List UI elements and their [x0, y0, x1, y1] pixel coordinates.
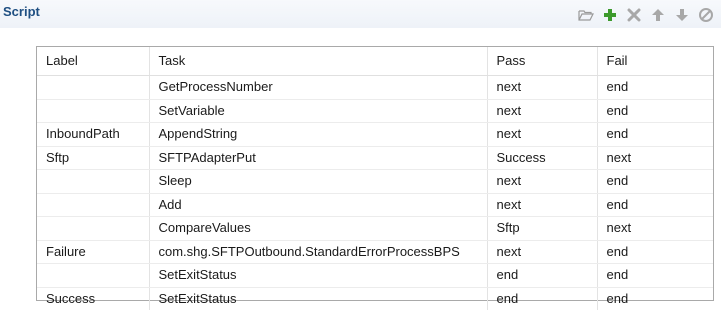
- task-cell[interactable]: com.shg.SFTPOutbound.StandardErrorProces…: [149, 240, 488, 264]
- open-button[interactable]: [577, 6, 595, 24]
- pass-cell[interactable]: next: [487, 122, 598, 147]
- fail-cell[interactable]: end: [597, 75, 713, 100]
- toolbar: [577, 6, 715, 24]
- panel-title: Script: [3, 4, 40, 19]
- pass-cell[interactable]: next: [487, 240, 598, 264]
- add-icon: [604, 9, 616, 21]
- fail-cell[interactable]: end: [597, 263, 713, 288]
- task-cell[interactable]: SetExitStatus: [149, 263, 488, 288]
- task-cell[interactable]: Sleep: [149, 169, 488, 194]
- label-cell[interactable]: [37, 263, 150, 288]
- label-cell[interactable]: [37, 99, 150, 123]
- task-cell[interactable]: Add: [149, 193, 488, 217]
- table-row[interactable]: Sftp SFTPAdapterPut Success next: [37, 146, 713, 170]
- column-header-label[interactable]: Label: [37, 47, 150, 76]
- move-up-icon: [652, 9, 664, 21]
- label-cell[interactable]: Success: [37, 287, 150, 310]
- fail-cell[interactable]: end: [597, 99, 713, 123]
- move-down-icon: [676, 9, 688, 21]
- folder-open-icon: [578, 10, 594, 21]
- column-header-pass[interactable]: Pass: [487, 47, 598, 76]
- task-cell[interactable]: SetExitStatus: [149, 287, 488, 310]
- label-cell[interactable]: Failure: [37, 240, 150, 264]
- move-down-button[interactable]: [673, 6, 691, 24]
- table-row[interactable]: InboundPath AppendString next end: [37, 122, 713, 147]
- pass-cell[interactable]: next: [487, 169, 598, 194]
- table-row[interactable]: GetProcessNumber next end: [37, 75, 713, 100]
- label-cell[interactable]: [37, 216, 150, 241]
- task-cell[interactable]: SetVariable: [149, 99, 488, 123]
- column-header-fail[interactable]: Fail: [597, 47, 713, 76]
- fail-cell[interactable]: end: [597, 287, 713, 310]
- table-row[interactable]: Add next end: [37, 193, 713, 217]
- label-cell[interactable]: [37, 193, 150, 217]
- table-row[interactable]: CompareValues Sftp next: [37, 216, 713, 241]
- pass-cell[interactable]: next: [487, 75, 598, 100]
- pass-cell[interactable]: Success: [487, 146, 598, 170]
- fail-cell[interactable]: end: [597, 240, 713, 264]
- fail-cell[interactable]: end: [597, 122, 713, 147]
- label-cell[interactable]: [37, 75, 150, 100]
- label-cell[interactable]: InboundPath: [37, 122, 150, 147]
- label-cell[interactable]: Sftp: [37, 146, 150, 170]
- disable-icon: [699, 8, 713, 22]
- task-cell[interactable]: AppendString: [149, 122, 488, 147]
- label-cell[interactable]: [37, 169, 150, 194]
- pass-cell[interactable]: next: [487, 99, 598, 123]
- task-cell[interactable]: CompareValues: [149, 216, 488, 241]
- add-button[interactable]: [601, 6, 619, 24]
- pass-cell[interactable]: end: [487, 263, 598, 288]
- delete-icon: [627, 8, 641, 22]
- pass-cell[interactable]: end: [487, 287, 598, 310]
- disable-button[interactable]: [697, 6, 715, 24]
- table-row[interactable]: SetVariable next end: [37, 99, 713, 123]
- fail-cell[interactable]: next: [597, 216, 713, 241]
- table-row[interactable]: Sleep next end: [37, 169, 713, 194]
- table-row[interactable]: SetExitStatus end end: [37, 263, 713, 288]
- table-row[interactable]: Success SetExitStatus end end: [37, 287, 713, 310]
- script-table: Label Task Pass Fail GetProcessNumber ne…: [37, 47, 713, 310]
- delete-button[interactable]: [625, 6, 643, 24]
- column-header-task[interactable]: Task: [149, 47, 488, 76]
- pass-cell[interactable]: next: [487, 193, 598, 217]
- fail-cell[interactable]: next: [597, 146, 713, 170]
- fail-cell[interactable]: end: [597, 169, 713, 194]
- table-row[interactable]: Failure com.shg.SFTPOutbound.StandardErr…: [37, 240, 713, 264]
- fail-cell[interactable]: end: [597, 193, 713, 217]
- move-up-button[interactable]: [649, 6, 667, 24]
- table-header-row: Label Task Pass Fail: [37, 47, 713, 76]
- pass-cell[interactable]: Sftp: [487, 216, 598, 241]
- task-cell[interactable]: SFTPAdapterPut: [149, 146, 488, 170]
- panel-header: Script: [0, 0, 721, 28]
- task-cell[interactable]: GetProcessNumber: [149, 75, 488, 100]
- script-table-container: Label Task Pass Fail GetProcessNumber ne…: [36, 46, 714, 310]
